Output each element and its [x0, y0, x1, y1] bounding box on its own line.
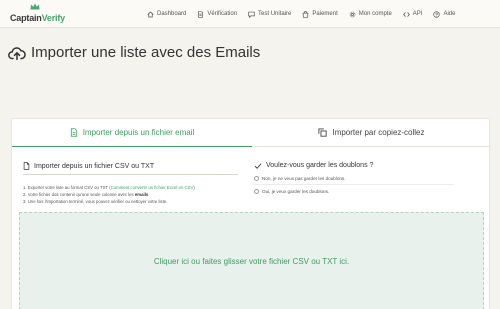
dropzone-label: Cliquer ici ou faites glisser votre fich… [153, 256, 350, 266]
check-icon [254, 162, 262, 169]
tab-copy-paste[interactable]: Importer par copiez-collez [252, 119, 491, 147]
duplicates-title-label: Voulez-vous garder les doublons ? [266, 162, 374, 169]
step-2: 2. Votre fichier doit contenir qu'une se… [23, 191, 238, 198]
duplicates-title: Voulez-vous garder les doublons ? [254, 162, 484, 169]
page-title: Importer une liste avec des Emails [31, 44, 261, 61]
step-1-text: 1. Exporter votre liste au format CSV ou… [23, 185, 111, 190]
nav-item-mon-compte[interactable]: Mon compte [349, 8, 392, 20]
excel-to-csv-link[interactable]: Comment convertir un fichier Excel en CS… [111, 185, 194, 190]
logo-text-verify: Verify [41, 13, 66, 23]
nav-label: Test Unitaire [258, 11, 292, 17]
step-2-bold: emails [134, 192, 149, 198]
help-icon [433, 10, 441, 18]
nav-item-test-unitaire[interactable]: Test Unitaire [248, 8, 291, 20]
file-text-icon [70, 128, 77, 137]
radio-label: Non, je ne veux pas garder les doublons. [262, 176, 346, 181]
radio-no-duplicates[interactable]: Non, je ne veux pas garder les doublons. [254, 176, 484, 181]
nav-item-api[interactable]: API [402, 8, 423, 20]
import-section-title: Importer depuis un fichier CSV ou TXT [23, 162, 238, 175]
nav-label: Paiement [312, 11, 338, 17]
nav-item-paiement[interactable]: Paiement [302, 8, 338, 20]
copy-icon [318, 128, 328, 137]
code-icon [402, 11, 410, 17]
import-steps: 1. Exporter votre liste au format CSV ou… [23, 184, 238, 206]
chat-icon [248, 11, 255, 18]
step-2-text: 2. Votre fichier doit contenir qu'une se… [23, 192, 135, 198]
divider [254, 184, 454, 185]
import-section-label: Importer depuis un fichier CSV ou TXT [34, 162, 155, 170]
nav-label: API [412, 11, 423, 17]
radio-button[interactable] [254, 176, 259, 181]
step-1-suffix: ) [193, 185, 195, 190]
tab-import-file[interactable]: Importer depuis un fichier email [12, 119, 252, 147]
duplicates-section: Voulez-vous garder les doublons ? Non, j… [254, 162, 484, 194]
nav-item-dashboard[interactable]: Dashboard [147, 8, 186, 20]
tab-label: Importer par copiez-collez [332, 128, 425, 137]
main-nav: Dashboard Vérification Test Unitaire Pai… [147, 8, 466, 20]
logo-text-captain: Captain [10, 13, 42, 23]
radio-button[interactable] [254, 189, 259, 194]
nav-label: Vérification [207, 11, 238, 17]
radio-label: Oui, je veux garder les doublons. [262, 189, 330, 194]
radio-keep-duplicates[interactable]: Oui, je veux garder les doublons. [254, 189, 484, 194]
captainverify-logo[interactable]: CaptainVerify [10, 3, 65, 25]
step-1: 1. Exporter votre liste au format CSV ou… [23, 184, 238, 191]
nav-label: Dashboard [157, 11, 187, 17]
top-navbar: CaptainVerify Dashboard Vérification Tes… [0, 0, 500, 28]
home-icon [147, 11, 154, 17]
document-icon [198, 10, 204, 18]
import-card: Importer depuis un fichier email Importe… [11, 118, 491, 309]
nav-item-aide[interactable]: Aide [433, 8, 455, 20]
step-2-suffix: . [148, 192, 150, 198]
import-instructions: Importer depuis un fichier CSV ou TXT 1.… [23, 162, 238, 206]
file-dropzone[interactable]: Cliquer ici ou faites glisser votre fich… [19, 212, 484, 309]
step-3: 3. Une fois l'importation terminé, vous … [23, 199, 168, 205]
page-header: Importer une liste avec des Emails [8, 44, 260, 61]
nav-label: Aide [443, 11, 456, 17]
settings-icon [349, 11, 356, 17]
logo-text: CaptainVerify [10, 13, 65, 23]
cloud-upload-icon [8, 46, 26, 60]
duplicates-options: Non, je ne veux pas garder les doublons.… [254, 176, 484, 194]
nav-label: Mon compte [358, 11, 392, 17]
tab-label: Importer depuis un fichier email [82, 128, 195, 137]
shopping-bag-icon [303, 10, 309, 18]
nav-item-verification[interactable]: Vérification [197, 8, 237, 20]
crown-icon [30, 3, 40, 10]
file-icon [23, 162, 30, 170]
